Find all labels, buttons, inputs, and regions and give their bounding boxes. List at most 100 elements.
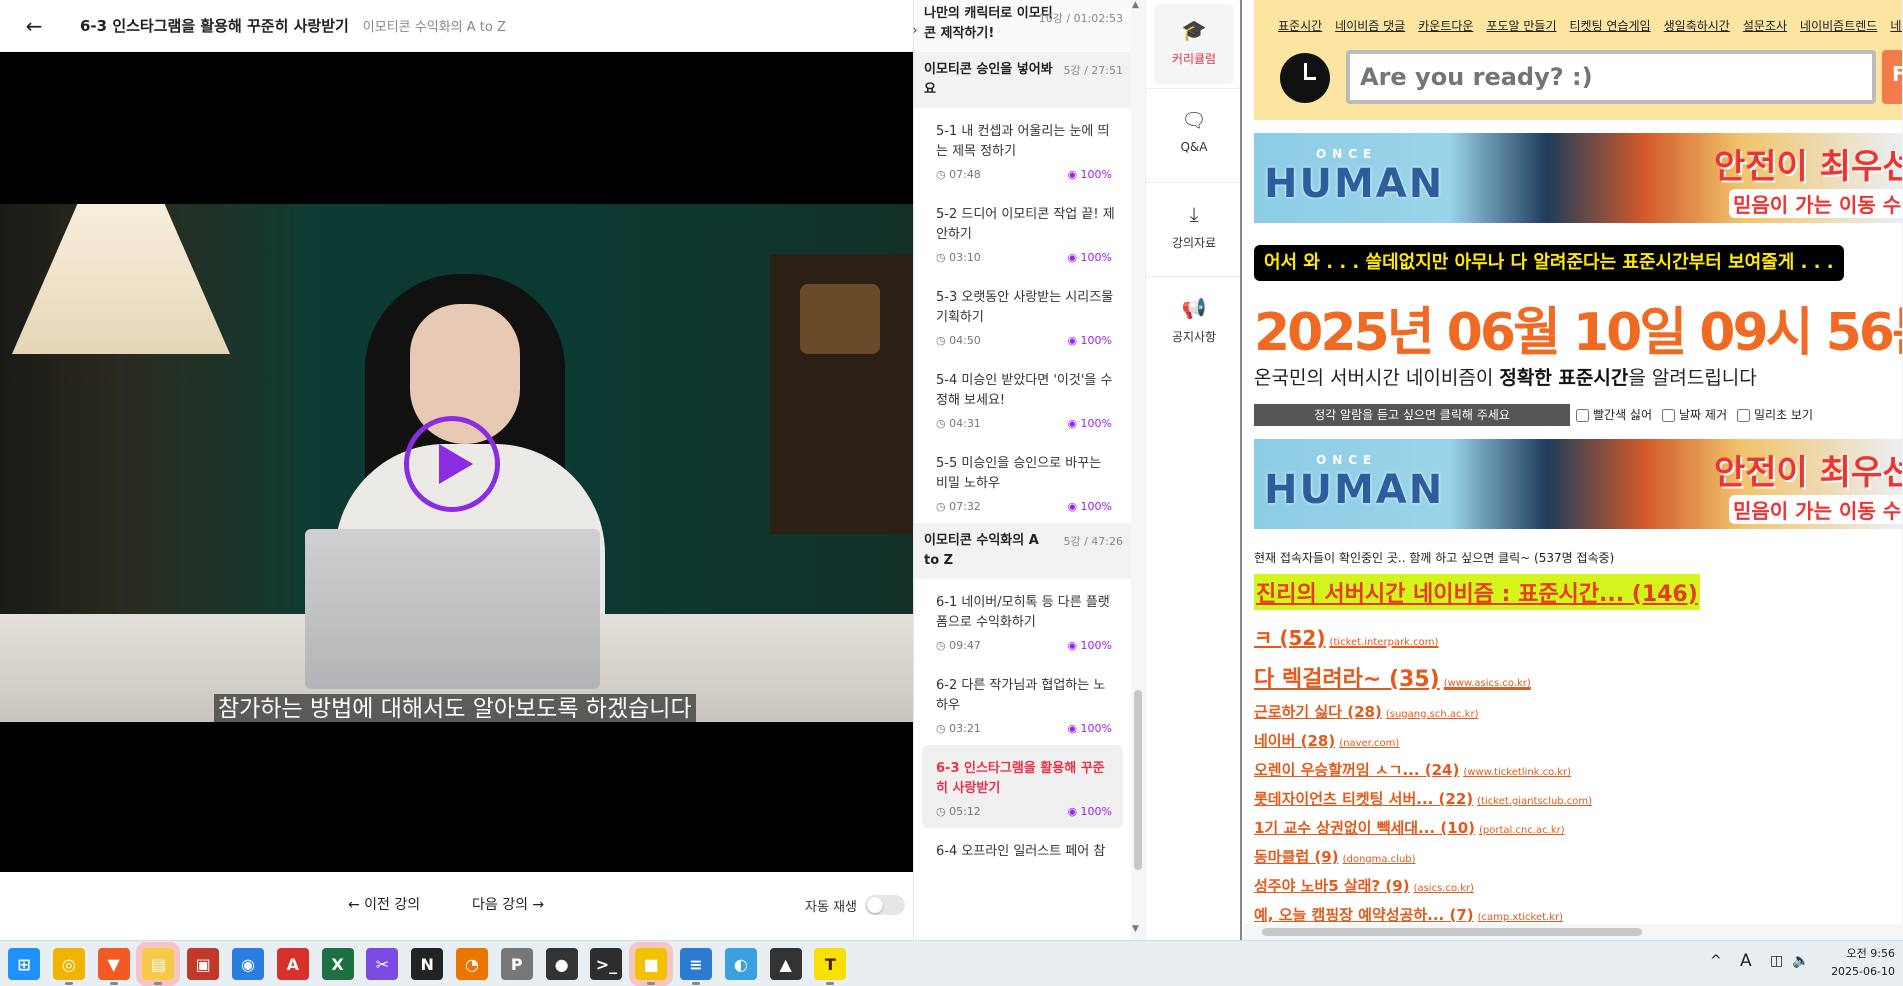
snipping-tool-icon[interactable]: ✂ <box>366 948 399 980</box>
scroll-down-icon[interactable]: ▼ <box>1132 924 1139 934</box>
lecture-list-scrollbar[interactable]: ▲ ▼ <box>1131 0 1145 940</box>
checkbox[interactable] <box>1737 409 1750 422</box>
ranking-item[interactable]: 롯데자이언츠 티켓팅 서버... (22) (ticket.giantsclub.… <box>1254 788 1894 809</box>
checkbox[interactable] <box>1576 409 1589 422</box>
notepad-icon[interactable]: ≡ <box>680 948 712 985</box>
section-header[interactable]: 나만의 캐릭터로 이모티콘 제작하기! 10강 / 01:02:53 <box>914 0 1131 52</box>
acrobat-icon[interactable]: A <box>276 948 309 980</box>
lecture-item[interactable]: 5-2 드디어 이모티콘 작업 끝! 제안하기 ◷ 03:10 ◉ 100% <box>914 191 1131 274</box>
section-header[interactable]: 이모티콘 승인을 넣어봐요 5강 / 27:51 <box>914 52 1131 108</box>
section-header[interactable]: 이모티콘 수익화의 A to Z 5강 / 47:26 <box>914 523 1131 579</box>
blender-icon[interactable]: ◔ <box>456 948 488 980</box>
lecture-item[interactable]: 5-3 오랫동안 사랑받는 시리즈물 기획하기 ◷ 04:50 ◉ 100% <box>914 274 1131 357</box>
ranking-item[interactable]: 예, 오늘 캠핑장 예약성공하... (7) (camp.xticket.kr) <box>1254 904 1894 925</box>
option-checkbox[interactable]: 밀리초 보기 <box>1737 408 1813 422</box>
lecture-item[interactable]: 5-1 내 컨셉과 어울리는 눈에 띄는 제목 정하기 ◷ 07:48 ◉ 100% <box>914 108 1131 191</box>
nav-link[interactable]: 포도알 만들기 <box>1486 19 1556 33</box>
ranking-item[interactable]: 네이버 (28) (naver.com) <box>1254 730 1894 751</box>
clock-time: 오전 9:56 <box>1846 947 1895 960</box>
scroll-up-icon[interactable]: ▲ <box>1132 0 1139 10</box>
sticky-notes-icon[interactable]: ■ <box>629 942 674 986</box>
go-button[interactable]: F <box>1882 50 1903 104</box>
tool-download[interactable]: ⤓ 강의자료 <box>1154 188 1234 268</box>
ad-banner-bottom[interactable]: ONCE HUMAN 안전이 최우선 믿음이 가는 이동 수단을 <box>1254 439 1903 529</box>
notion-icon[interactable]: N <box>411 948 444 980</box>
checkbox[interactable] <box>1662 409 1676 422</box>
ready-input[interactable] <box>1346 50 1876 104</box>
autoplay-toggle[interactable] <box>865 895 905 915</box>
lecture-item-title: 5-2 드디어 이모티콘 작업 끝! 제안하기 <box>936 207 1115 242</box>
ranking-item[interactable]: 진리의 서버시간 네이비즘 : 표준시간... (146) <box>1254 574 1700 610</box>
windows-start-icon[interactable]: ⊞ <box>8 948 40 980</box>
network-icon[interactable]: ◫ <box>1770 953 1783 969</box>
lecture-item[interactable]: 5-5 미승인을 승인으로 바꾸는 비밀 노하우 ◷ 07:32 ◉ 100% <box>914 440 1131 523</box>
lecture-item[interactable]: 6-3 인스타그램을 활용해 꾸준히 사랑받기 ◷ 05:12 ◉ 100% <box>922 745 1123 828</box>
play-icon[interactable] <box>404 416 500 512</box>
ranking-item[interactable]: 동마클럽 (9) (dongma.club) <box>1254 846 1894 867</box>
pdf-tool-icon[interactable]: P <box>500 948 533 980</box>
video-subtitle: 참가하는 방법에 대해서도 알아보도록 하겠습니다 <box>214 694 696 722</box>
scroll-thumb[interactable] <box>1134 690 1142 870</box>
tool-chat-bubble[interactable]: 🗨 Q&A <box>1154 94 1234 174</box>
ad-headline: 안전이 최우선 <box>1714 147 1903 187</box>
prev-lecture-button[interactable]: ← 이전 강의 <box>348 894 420 914</box>
ranking-text: 네이버 (28) <box>1254 732 1336 750</box>
nav-link[interactable]: 표준시간 <box>1278 19 1322 33</box>
clock-icon: ◷ <box>936 722 950 735</box>
ranking-item[interactable]: 1기 교수 상권없이 빽세대... (10) (portal.cnc.ac.kr) <box>1254 817 1894 838</box>
nav-link[interactable]: 설문조사 <box>1743 19 1787 33</box>
flashcard-app-icon[interactable]: ▣ <box>187 948 220 980</box>
system-clock[interactable]: 오전 9:56 2025-06-10 <box>1831 945 1895 981</box>
github-icon[interactable]: ● <box>545 948 578 980</box>
ad-human-text: HUMAN <box>1264 467 1445 513</box>
tray-overflow-icon[interactable]: ^ <box>1710 953 1722 969</box>
tool-label: Q&A <box>1180 140 1208 154</box>
clock-icon: ◷ <box>936 639 950 652</box>
ad-human-text: HUMAN <box>1264 161 1445 207</box>
lecture-item-duration: ◷ 05:12 <box>936 805 981 818</box>
alarm-button[interactable]: 정각 알람을 듣고 싶으면 클릭해 주세요 <box>1254 404 1570 426</box>
retro-phone <box>800 284 880 354</box>
lecture-item[interactable]: 6-4 오프라인 일러스트 페어 참 <box>914 828 1131 872</box>
lecture-item-meta: ◷ 07:48 ◉ 100% <box>936 168 1112 181</box>
ranking-item[interactable]: ㅋ (52) (ticket.interpark.com) <box>1254 622 1894 651</box>
ranking-item[interactable]: 성주야 노바5 살래? (9) (asics.co.kr) <box>1254 875 1894 896</box>
next-lecture-button[interactable]: 다음 강의 → <box>472 894 544 914</box>
ranking-text: 롯데자이언츠 티켓팅 서버... (22) <box>1254 790 1474 808</box>
excel-icon[interactable]: X <box>321 948 354 980</box>
lecture-item-meta: ◷ 03:10 ◉ 100% <box>936 251 1112 264</box>
option-checkbox[interactable]: 날짜 제거 <box>1662 408 1727 422</box>
volume-icon[interactable]: 🔈 <box>1792 953 1809 969</box>
maps-icon[interactable]: ◉ <box>232 948 264 980</box>
ime-indicator[interactable]: A <box>1740 951 1752 971</box>
terminal-icon[interactable]: >_ <box>590 948 623 980</box>
inkscape-icon[interactable]: ▲ <box>769 948 802 980</box>
lecture-item[interactable]: 6-1 네이버/모히톡 등 다른 플랫폼으로 수익화하기 ◷ 09:47 ◉ 100… <box>914 579 1131 662</box>
tool-graduation-cap[interactable]: 🎓 커리큘럼 <box>1154 4 1234 84</box>
brave-icon[interactable]: ▼ <box>97 948 130 985</box>
lecture-item[interactable]: 5-4 미승인 받았다면 '이것'을 수정해 보세요! ◷ 04:31 ◉ 100% <box>914 357 1131 440</box>
chevron-right-icon[interactable]: › <box>907 20 923 40</box>
nav-link[interactable]: 카운트다운 <box>1418 19 1473 33</box>
ad-banner-top[interactable]: ONCE HUMAN 안전이 최우선 믿음이 가는 이동 수단을 <box>1254 133 1903 223</box>
nav-link[interactable]: 네이비즘트렌드 <box>1800 19 1877 33</box>
nav-link[interactable]: 생일축하시간 <box>1664 19 1730 33</box>
chrome-icon[interactable]: ◎ <box>52 948 85 985</box>
lecture-navigation: ← 이전 강의 다음 강의 → 자동 재생 <box>0 872 913 940</box>
option-checkbox[interactable]: 빨간색 싫어 <box>1576 408 1652 422</box>
nav-link[interactable]: 티켓팅 연습게임 <box>1570 19 1651 33</box>
ranking-item[interactable]: 다 렉걸려라~ (35) (www.asics.co.kr) <box>1254 661 1894 693</box>
video-player[interactable]: 참가하는 방법에 대해서도 알아보도록 하겠습니다 <box>0 52 913 872</box>
nav-link[interactable]: 네이비즘 댓글 <box>1335 19 1405 33</box>
paint-icon[interactable]: ◐ <box>724 948 757 980</box>
tool-megaphone[interactable]: 📢 공지사항 <box>1154 282 1234 362</box>
lecture-item-progress: ◉ 100% <box>1067 805 1112 818</box>
browser-horizontal-scrollbar[interactable] <box>1244 924 1903 940</box>
h-scroll-thumb[interactable] <box>1262 928 1642 936</box>
kakaotalk-icon[interactable]: T <box>814 948 847 985</box>
ranking-item[interactable]: 오렌이 우승할꺼임 ㅅㄱ... (24) (www.ticketlink.co.k… <box>1254 759 1894 780</box>
file-explorer-icon[interactable]: ▤ <box>136 942 181 986</box>
back-arrow-icon[interactable]: ← <box>14 6 54 46</box>
ranking-item[interactable]: 근로하기 싫다 (28) (sugang.sch.ac.kr) <box>1254 701 1894 722</box>
lecture-item[interactable]: 6-2 다른 작가님과 협업하는 노하우 ◷ 03:21 ◉ 100% <box>914 662 1131 745</box>
